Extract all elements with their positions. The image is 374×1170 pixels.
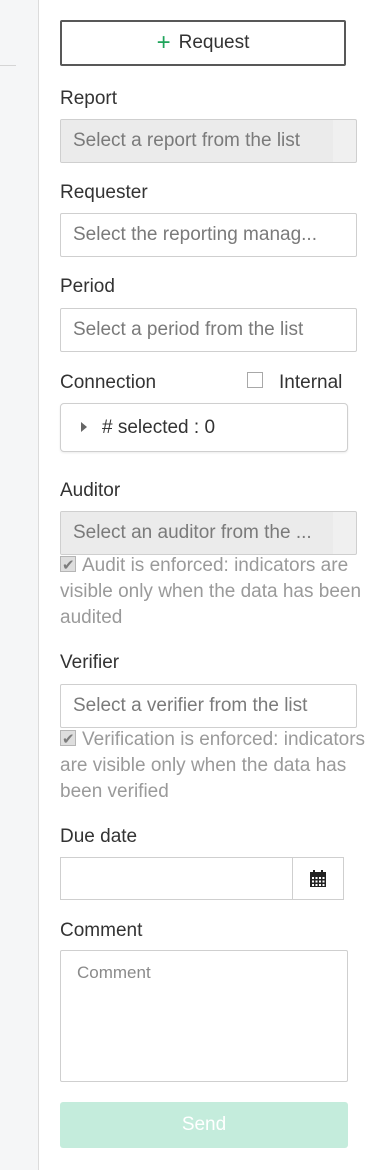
audit-enforced-text: Audit is enforced: indicators are visibl… [60,555,362,628]
new-request-label: Request [178,32,250,53]
report-select[interactable]: Select a report from the list [60,119,357,163]
comment-textarea[interactable] [60,950,348,1082]
verifier-label: Verifier [60,652,120,673]
period-placeholder: Select a period from the list [73,319,304,340]
send-button[interactable]: Send [60,1102,348,1148]
audit-enforced-note: Audit is enforced: indicators are visibl… [60,553,372,631]
audit-enforced-checkbox-icon [60,553,76,579]
left-pane [0,0,39,1170]
auditor-placeholder: Select an auditor from the ... [73,522,312,543]
verification-enforced-text: Verification is enforced: indicators are… [60,729,366,802]
requester-placeholder: Select the reporting manag... [73,224,317,245]
period-label: Period [60,276,115,297]
period-select[interactable]: Select a period from the list [60,308,357,352]
calendar-icon [310,869,326,887]
plus-icon: + [156,29,171,56]
comment-label: Comment [60,920,143,941]
report-label: Report [60,88,118,109]
internal-label: Internal [279,372,343,393]
connection-selector[interactable]: # selected : 0 [60,403,348,452]
due-date-input[interactable] [60,857,292,900]
divider [0,65,16,66]
verification-enforced-note: Verification is enforced: indicators are… [60,727,372,805]
new-request-button[interactable]: + Request [60,20,346,66]
verifier-select[interactable]: Select a verifier from the list [60,684,357,728]
requester-label: Requester [60,182,148,203]
calendar-button[interactable] [292,857,344,900]
requester-select[interactable]: Select the reporting manag... [60,213,357,257]
auditor-label: Auditor [60,480,121,501]
report-placeholder: Select a report from the list [73,130,301,151]
selected-count: # selected : 0 [102,417,216,438]
auditor-select[interactable]: Select an auditor from the ... [60,511,357,555]
connection-label: Connection [60,372,157,393]
due-date-label: Due date [60,826,138,847]
verification-enforced-checkbox-icon [60,727,76,753]
request-form-panel: + Request Report Select a report from th… [39,0,374,1170]
internal-checkbox[interactable] [247,372,263,388]
caret-right-icon[interactable] [81,422,87,432]
verifier-placeholder: Select a verifier from the list [73,695,308,716]
